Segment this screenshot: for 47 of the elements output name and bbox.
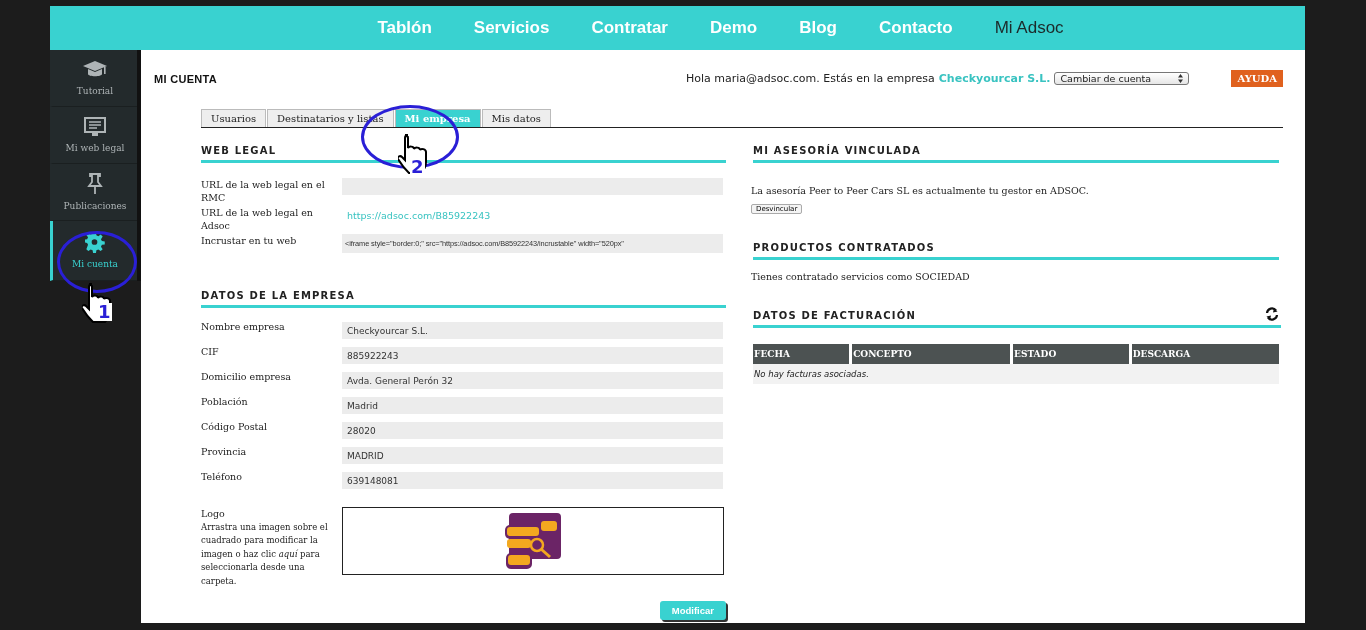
column-header: ESTADO [1013,344,1129,364]
section-title: DATOS DE LA EMPRESA [201,273,726,308]
page-title: MI CUENTA [154,73,217,85]
section-title: MI ASESORÍA VINCULADA [753,128,1279,163]
section-title: DATOS DE FACTURACIÓN [753,293,1281,328]
sidebar-item[interactable]: Tutorial [50,50,137,107]
monitor-icon [84,117,106,137]
field-label: Provincia [201,445,248,458]
advisory-text: La asesoría Peer to Peer Cars SL es actualmente tu gestor en ADSOC. [751,185,1090,196]
upload-hint: Arrastra una imagen sobre el cuadrado para modificar la imagen o haz clic aquí para seleccionarla desde una carpeta. [201,520,329,588]
input-field[interactable]: Avda. General Perón 32 [342,372,723,389]
input-field[interactable]: 639148081 [342,472,723,489]
account-select[interactable]: Cambiar de cuenta [1054,71,1190,85]
field-label: Incrustar en tu web [201,234,298,247]
field-label: Población [201,395,249,408]
input-field[interactable]: MADRID [342,447,723,464]
greeting-text: Hola maria@adsoc.com. Estás en la empresa [686,71,935,85]
column-header: CONCEPTO [852,344,1011,364]
column-header: FECHA [753,344,850,364]
input-field[interactable]: Madrid [342,397,723,414]
tab[interactable]: Mis datos [481,109,551,127]
field-label: Teléfono [201,470,243,483]
step-number: 1 [97,303,112,321]
input-field[interactable]: 28020 [342,422,723,439]
sidebar-item[interactable]: Mi web legal [50,107,137,164]
input-field[interactable]: Checkyourcar S.L. [342,322,723,339]
refresh-icon [1265,307,1279,321]
help-button[interactable]: AYUDA [1231,69,1283,87]
nav-link[interactable]: Mi Adsoc [973,18,1085,38]
field-label: Domicilio empresa [201,370,292,383]
input-field[interactable]: 885922243 [342,347,723,364]
sidebar-item[interactable]: Publicaciones [50,164,137,221]
pushpin-icon [87,173,103,195]
field-label: Nombre empresa [201,320,286,333]
field-label: CIF [201,345,220,358]
dropdown-arrow-icon [1178,73,1184,83]
field-label: Logo [201,507,226,521]
gear-icon [85,232,105,253]
field-label: URL de la web legal en el RMC [201,178,326,204]
sidebar-item[interactable]: Mi cuenta [50,221,137,281]
tab[interactable]: Usuarios [201,109,267,127]
column-header: DESCARGA [1131,344,1279,364]
empty-message: No hay facturas asociadas. [753,364,1279,384]
field-label: URL de la web legal en Adsoc [201,206,314,232]
section-title: PRODUCTOS CONTRATADOS [753,225,1279,260]
products-text: Tienes contratado servicios como SOCIEDAD [751,271,971,282]
field-label: Código Postal [201,420,269,433]
